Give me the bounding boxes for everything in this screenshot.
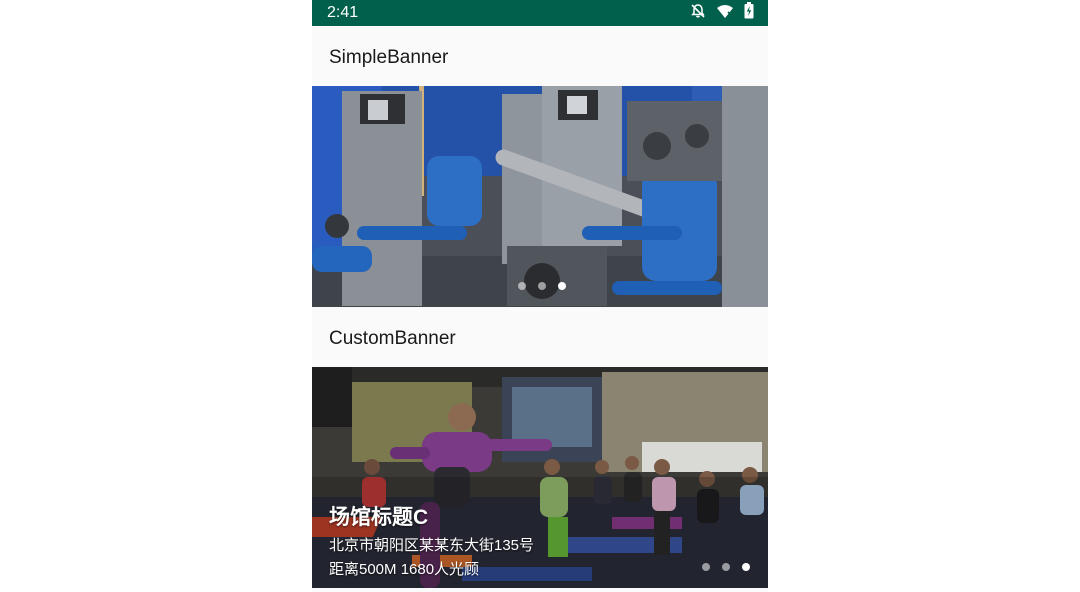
- status-icons: [690, 2, 754, 24]
- simple-banner[interactable]: [312, 86, 768, 307]
- status-time: 2:41: [327, 4, 359, 21]
- indicator-dot-active: [742, 563, 750, 571]
- simple-banner-title: SimpleBanner: [329, 47, 449, 68]
- indicator-dot: [702, 563, 710, 571]
- venue-title: 场馆标题C: [329, 506, 429, 529]
- wifi-icon: [716, 3, 734, 24]
- gym-equipment-photo: [312, 86, 768, 307]
- custom-banner-indicator: [702, 563, 750, 571]
- custom-banner[interactable]: 场馆标题C 北京市朝阳区某某东大街135号 距离500M 1680人光顾: [312, 367, 768, 588]
- indicator-dot: [538, 282, 546, 290]
- indicator-dot-active: [558, 282, 566, 290]
- venue-address: 北京市朝阳区某某东大街135号: [329, 537, 535, 554]
- battery-charging-icon: [744, 2, 754, 24]
- indicator-dot: [518, 282, 526, 290]
- indicator-dot: [722, 563, 730, 571]
- status-bar: 2:41: [312, 0, 768, 26]
- custom-banner-title: CustomBanner: [329, 328, 456, 349]
- phone-screen: 2:41 SimpleBanner CustomBanner 场馆标题C 北京市…: [312, 0, 768, 592]
- simple-banner-indicator: [518, 282, 566, 290]
- venue-distance-info: 距离500M 1680人光顾: [329, 561, 480, 578]
- notifications-off-icon: [690, 3, 706, 24]
